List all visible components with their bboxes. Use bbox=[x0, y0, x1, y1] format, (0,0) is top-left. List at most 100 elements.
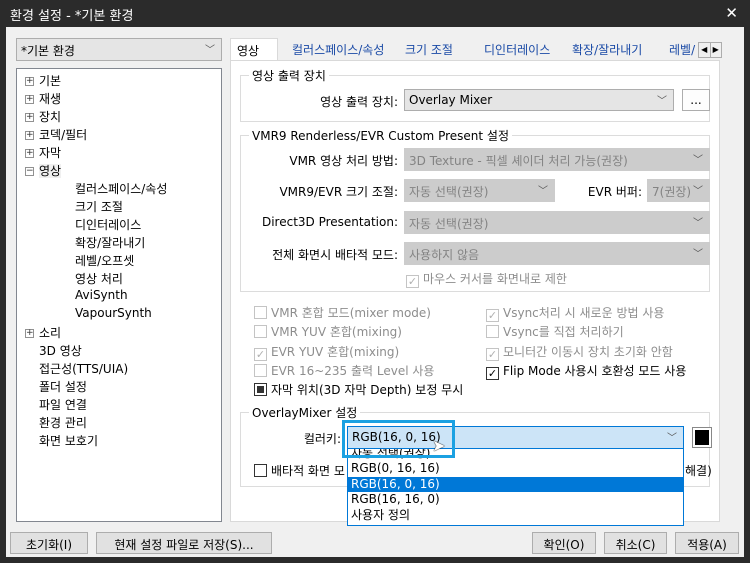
checkbox-label: 마우스 커서를 화면내로 제한 bbox=[423, 272, 567, 286]
colorkey-swatch-button[interactable] bbox=[692, 427, 712, 448]
checkbox-box bbox=[254, 306, 267, 319]
exclusive-mode-select[interactable]: 사용하지 않음 ﹀ bbox=[404, 242, 710, 265]
tree-item[interactable]: 환경 관리 bbox=[25, 414, 87, 431]
expand-icon[interactable]: + bbox=[25, 77, 34, 86]
tree-item[interactable]: 컬러스페이스/속성 bbox=[61, 180, 167, 197]
tree-item[interactable]: AviSynth bbox=[61, 288, 128, 302]
tree-item[interactable]: 디인터레이스 bbox=[61, 216, 141, 233]
tab[interactable]: 컬러스페이스/속성 bbox=[286, 38, 390, 60]
arrow-right-icon[interactable]: ▶ bbox=[711, 43, 722, 57]
tree-item-label: 영상 bbox=[39, 164, 62, 178]
mouse-confine-checkbox[interactable]: ✓ 마우스 커서를 화면내로 제한 bbox=[406, 270, 567, 288]
output-device-label: 영상 출력 장치: bbox=[320, 95, 398, 109]
tree-item[interactable]: 레벨/오프셋 bbox=[61, 252, 134, 269]
dropdown-option[interactable]: RGB(16, 0, 16) bbox=[348, 476, 683, 492]
tree-item-label: 자막 bbox=[39, 146, 62, 160]
tree-item[interactable]: 폴더 설정 bbox=[25, 378, 87, 395]
tab[interactable]: 레벨/ bbox=[663, 38, 698, 60]
tree-item[interactable]: + 기본 bbox=[25, 72, 61, 89]
d3d-label: Direct3D Presentation: bbox=[261, 215, 398, 229]
settings-tree[interactable]: + 기본 + 재생 + 장치 + 코덱/필터 + 자막 − 영상 컬러스페이스/속성 크기 조절 디인터레이… bbox=[16, 68, 222, 522]
option-checkbox[interactable]: EVR 16~235 출력 Level 사용 bbox=[254, 362, 434, 379]
checkbox-label: Vsync처리 시 새로운 방법 사용 bbox=[503, 306, 665, 320]
tree-item-label: 소리 bbox=[39, 326, 62, 340]
option-checkbox[interactable]: ✓ Flip Mode 사용시 호환성 모드 사용 bbox=[486, 362, 686, 380]
vmr-resize-select[interactable]: 자동 선택(권장) ﹀ bbox=[404, 179, 555, 202]
profile-select[interactable]: *기본 환경 ﹀ bbox=[16, 38, 222, 61]
save-settings-file-button[interactable]: 현재 설정 파일로 저장(S)... bbox=[96, 532, 272, 554]
exclusive-fix-checkbox[interactable]: 배타적 화면 모 bbox=[254, 462, 345, 479]
tree-item[interactable]: + 코덱/필터 bbox=[25, 126, 87, 143]
tree-item[interactable]: 접근성(TTS/UIA) bbox=[25, 360, 128, 377]
tree-item[interactable]: + 재생 bbox=[25, 90, 61, 107]
expand-icon[interactable]: + bbox=[25, 131, 34, 140]
tree-item[interactable]: 3D 영상 bbox=[25, 342, 82, 359]
expand-icon[interactable]: + bbox=[25, 95, 34, 104]
tree-item[interactable]: 크기 조절 bbox=[61, 198, 123, 215]
output-device-value: Overlay Mixer bbox=[409, 93, 493, 107]
check-icon: ✓ bbox=[254, 347, 267, 361]
option-checkbox[interactable]: ✓ EVR YUV 혼합(mixing) bbox=[254, 343, 399, 361]
tree-item-label: AviSynth bbox=[75, 288, 128, 302]
tree-item-label: 레벨/오프셋 bbox=[75, 254, 135, 268]
close-icon[interactable]: ✕ bbox=[725, 4, 738, 22]
evr-buffer-value: 7(권장) bbox=[652, 185, 692, 199]
tab[interactable]: 크기 조절 bbox=[399, 38, 459, 60]
reset-button[interactable]: 초기화(I) bbox=[10, 532, 88, 554]
dropdown-option[interactable]: 사용자 정의 bbox=[348, 508, 683, 524]
tab[interactable]: 영상 bbox=[230, 38, 278, 62]
tree-item[interactable]: + 장치 bbox=[25, 108, 61, 125]
expand-icon[interactable]: + bbox=[25, 113, 34, 122]
check-icon: ✓ bbox=[486, 347, 499, 361]
d3d-select[interactable]: 자동 선택(권장) ﹀ bbox=[404, 211, 710, 234]
mouse-cursor-icon: ➤ bbox=[432, 436, 446, 455]
tree-item-label: 폴더 설정 bbox=[39, 380, 87, 394]
option-checkbox[interactable]: ✓ 모니터간 이동시 장치 초기화 안함 bbox=[486, 343, 673, 361]
expand-icon[interactable]: + bbox=[25, 329, 34, 338]
tree-item[interactable]: 영상 처리 bbox=[61, 270, 123, 287]
option-checkbox[interactable]: VMR YUV 혼합(mixing) bbox=[254, 323, 402, 340]
dropdown-option[interactable]: RGB(16, 16, 0) bbox=[348, 492, 683, 508]
tab[interactable]: 디인터레이스 bbox=[478, 38, 556, 60]
tree-item[interactable]: 파일 연결 bbox=[25, 396, 87, 413]
apply-button[interactable]: 적용(A) bbox=[675, 532, 739, 554]
colorkey-dropdown-list[interactable]: 자동 선택(권장) RGB(0, 16, 16) RGB(16, 0, 16) RGB… bbox=[347, 448, 684, 526]
ok-button[interactable]: 확인(O) bbox=[532, 532, 596, 554]
colorkey-label: 컬러키: bbox=[303, 432, 341, 446]
check-icon: ✓ bbox=[486, 309, 499, 322]
tree-item[interactable]: VapourSynth bbox=[61, 306, 152, 320]
tree-item-label: 크기 조절 bbox=[75, 200, 123, 214]
output-device-more-button[interactable]: ... bbox=[682, 89, 710, 111]
collapse-icon[interactable]: − bbox=[25, 167, 34, 176]
chevron-down-icon: ﹀ bbox=[693, 186, 703, 197]
dropdown-option[interactable]: RGB(0, 16, 16) bbox=[348, 461, 683, 477]
tree-item-label: 컬러스페이스/속성 bbox=[75, 182, 168, 196]
checkbox-label: EVR 16~235 출력 Level 사용 bbox=[271, 363, 435, 378]
expand-icon[interactable]: + bbox=[25, 149, 34, 158]
arrow-left-icon[interactable]: ◀ bbox=[699, 43, 711, 57]
tab[interactable]: 확장/잘라내기 bbox=[566, 38, 648, 60]
vmr-method-label: VMR 영상 처리 방법: bbox=[289, 154, 398, 168]
tree-item[interactable]: 확장/잘라내기 bbox=[61, 234, 145, 251]
evr-buffer-select[interactable]: 7(권장) ﹀ bbox=[647, 179, 710, 202]
cancel-button[interactable]: 취소(C) bbox=[604, 532, 667, 554]
checkbox-label: VMR 혼합 모드(mixer mode) bbox=[271, 306, 431, 320]
tree-item[interactable]: − 영상 bbox=[25, 162, 62, 179]
checkbox-box bbox=[254, 464, 267, 477]
output-device-select[interactable]: Overlay Mixer ﹀ bbox=[404, 89, 674, 111]
check-icon: ✓ bbox=[406, 275, 419, 288]
tree-item[interactable]: 화면 보호기 bbox=[25, 432, 98, 449]
option-checkbox[interactable]: Vsync를 직접 처리하기 bbox=[486, 323, 624, 340]
check-icon bbox=[254, 383, 267, 397]
checkbox-box bbox=[254, 363, 267, 377]
vmr-method-select[interactable]: 3D Texture - 픽셀 셰이더 처리 가능(권장) ﹀ bbox=[404, 148, 710, 171]
tree-item[interactable]: + 소리 bbox=[25, 324, 61, 341]
tab-scroll: ◀ ▶ bbox=[698, 42, 722, 58]
tree-item-label: 화면 보호기 bbox=[39, 434, 99, 448]
option-checkbox[interactable]: 자막 위치(3D 자막 Depth) 보정 무시 bbox=[254, 381, 463, 398]
option-checkbox[interactable]: VMR 혼합 모드(mixer mode) bbox=[254, 304, 431, 321]
tree-item-label: 영상 처리 bbox=[75, 272, 123, 286]
option-checkbox[interactable]: ✓ Vsync처리 시 새로운 방법 사용 bbox=[486, 304, 664, 322]
tree-item[interactable]: + 자막 bbox=[25, 144, 61, 161]
tree-item-label: 디인터레이스 bbox=[75, 218, 142, 232]
